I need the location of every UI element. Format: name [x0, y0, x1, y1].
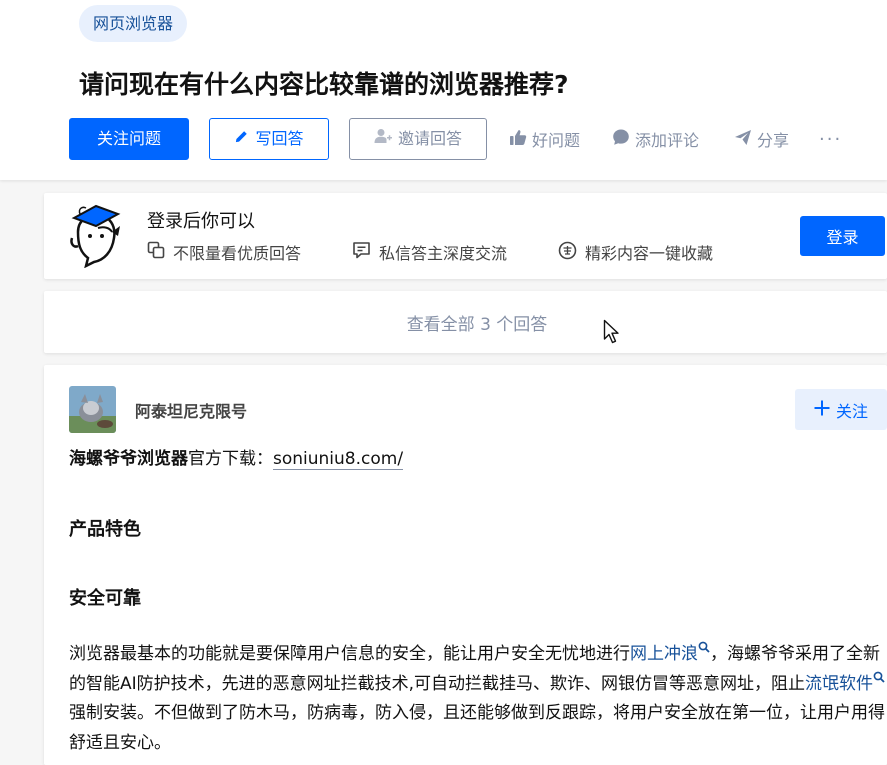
login-button[interactable]: 登录 [800, 216, 885, 256]
question-header: 网页浏览器 请问现在有什么内容比较靠谱的浏览器推荐? 关注问题 写回答 邀请回答… [0, 0, 887, 180]
zhihu-mascot-icon [68, 202, 124, 269]
add-person-icon [374, 119, 392, 159]
browser-name: 海螺爷爷浏览器 [69, 449, 188, 469]
good-question-label: 好问题 [532, 131, 581, 150]
perk-label: 不限量看优质回答 [173, 244, 302, 263]
keyword-link-surfing[interactable]: 网上冲浪 [630, 644, 698, 664]
question-actions: 关注问题 写回答 邀请回答 好问题 添加评论 分享 ··· [69, 118, 879, 160]
share-button[interactable]: 分享 [734, 118, 789, 160]
keyword-link-malware[interactable]: 流氓软件 [805, 674, 873, 694]
view-all-answers-card: 查看全部 3 个回答 [44, 291, 887, 353]
message-icon [352, 241, 371, 263]
paper-plane-icon [734, 129, 752, 150]
section-heading: 产品特色 [69, 519, 141, 540]
author-avatar[interactable] [69, 386, 116, 433]
answer-card: 阿泰坦尼克限号 关注 海螺爷爷浏览器官方下载：soniuniu8.com/ 产品… [44, 365, 887, 765]
plus-icon [814, 400, 830, 420]
download-link[interactable]: soniuniu8.com/ [273, 449, 404, 470]
author-name[interactable]: 阿泰坦尼克限号 [135, 398, 247, 422]
mouse-pointer-icon [603, 319, 621, 345]
perk-label: 私信答主深度交流 [379, 244, 508, 263]
write-answer-button[interactable]: 写回答 [209, 118, 329, 160]
copy-icon [147, 241, 165, 263]
search-icon [698, 641, 710, 664]
answer-content: 海螺爷爷浏览器官方下载：soniuniu8.com/ 产品特色 安全可靠 浏览器… [69, 445, 887, 753]
perk-unlimited-answers: 不限量看优质回答 [147, 240, 301, 264]
comment-bubble-icon [612, 128, 630, 150]
invite-answer-label: 邀请回答 [397, 129, 462, 148]
collect-badge-icon [558, 241, 577, 264]
write-answer-label: 写回答 [255, 129, 304, 148]
perk-collect-content: 精彩内容一键收藏 [558, 240, 713, 264]
login-prompt-title: 登录后你可以 [147, 211, 255, 232]
topic-tag[interactable]: 网页浏览器 [79, 5, 188, 42]
add-comment-label: 添加评论 [635, 131, 700, 150]
thumbs-up-icon [509, 129, 527, 150]
download-label: 官方下载： [188, 449, 273, 469]
answer-paragraph: 浏览器最基本的功能就是要保障用户信息的安全，能让用户安全无忧地进行网上冲浪 ，海螺… [69, 640, 887, 758]
follow-question-button[interactable]: 关注问题 [69, 118, 189, 160]
good-question-button[interactable]: 好问题 [509, 118, 580, 160]
pencil-icon [234, 119, 249, 159]
follow-author-button[interactable]: 关注 [795, 389, 887, 430]
share-label: 分享 [757, 131, 790, 150]
follow-question-label: 关注问题 [96, 129, 161, 148]
view-all-answers-link[interactable]: 查看全部 3 个回答 [44, 291, 887, 353]
section-heading: 安全可靠 [69, 588, 141, 609]
question-title: 请问现在有什么内容比较靠谱的浏览器推荐? [79, 70, 569, 99]
more-dots-icon: ··· [819, 128, 843, 150]
download-line: 海螺爷爷浏览器官方下载：soniuniu8.com/ [69, 445, 887, 474]
more-options-button[interactable]: ··· [819, 118, 842, 160]
paragraph-text: 浏览器最基本的功能就是要保障用户信息的安全，能让用户安全无忧地进行 [69, 644, 630, 664]
follow-author-label: 关注 [835, 401, 868, 421]
login-prompt-card: 登录后你可以 不限量看优质回答 私信答主深度交流 精彩内容一键收藏 登录 [44, 193, 887, 279]
paragraph-text: 强制安装。不但做到了防木马，防病毒，防入侵，且还能够做到反跟踪，将用户安全放在第… [69, 703, 885, 753]
add-comment-button[interactable]: 添加评论 [612, 118, 699, 160]
search-icon [873, 671, 885, 694]
perk-label: 精彩内容一键收藏 [585, 244, 714, 263]
perk-private-message: 私信答主深度交流 [352, 240, 507, 264]
invite-answer-button[interactable]: 邀请回答 [349, 118, 487, 160]
